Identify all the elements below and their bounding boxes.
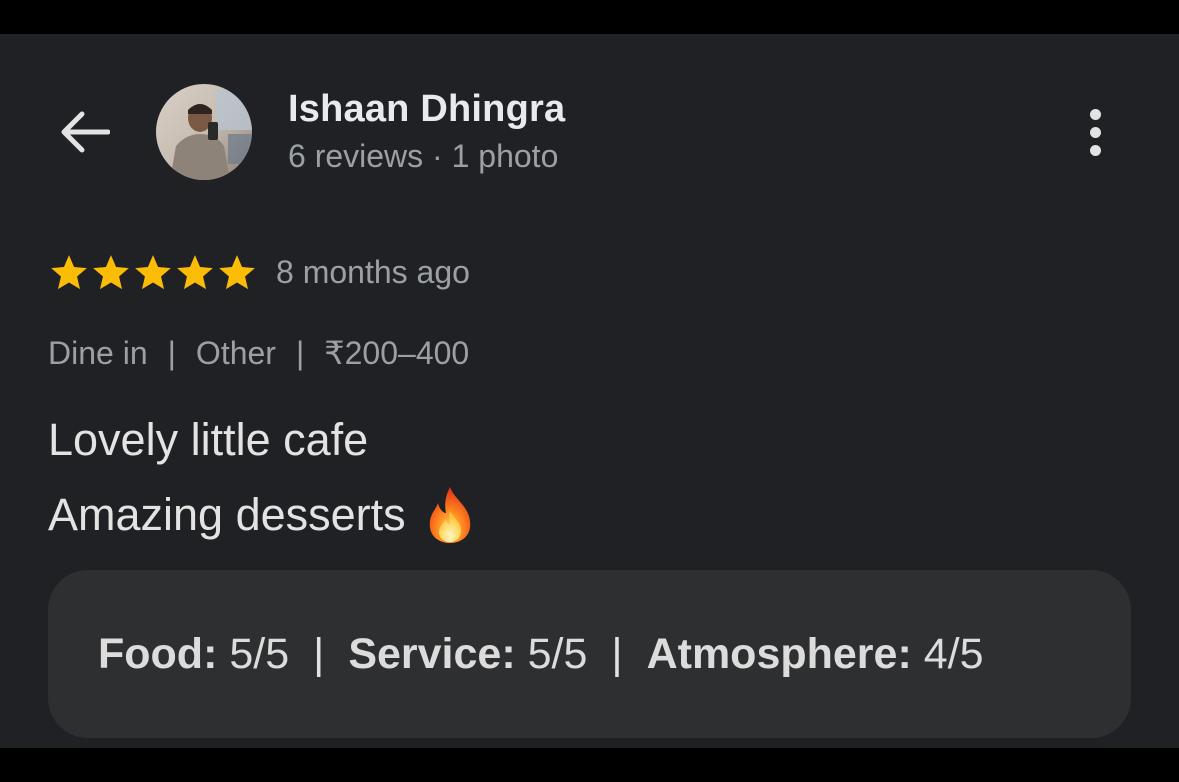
avatar[interactable]: [156, 84, 252, 180]
rating-separator: |: [313, 630, 325, 678]
review-card: Ishaan Dhingra 6 reviews · 1 photo 8 mon…: [0, 34, 1179, 748]
star-icon: [93, 255, 129, 290]
star-icon: [177, 255, 213, 290]
review-time: 8 months ago: [276, 254, 470, 290]
more-vertical-icon: [1089, 108, 1101, 156]
rating-label-service: Service: [348, 630, 502, 678]
rating-value-food: 5/5: [229, 630, 290, 678]
star-icon: [51, 255, 87, 290]
star-icon: [135, 255, 171, 290]
review-text-line: Lovely little cafe: [48, 414, 369, 465]
rating-colon: :: [501, 630, 516, 678]
rating-value-service: 5/5: [527, 630, 588, 678]
star-rating: [48, 252, 258, 294]
rating-separator: |: [611, 630, 623, 678]
ratings-summary: Food: 5/5 | Service: 5/5 | Atmosphere: 4…: [48, 570, 1131, 738]
arrow-back-icon: [61, 111, 110, 153]
rating-label-atmosphere: Atmosphere: [646, 630, 898, 678]
rating-label-food: Food: [98, 630, 204, 678]
star-icon: [219, 255, 255, 290]
review-tags: Dine in | Other | ₹200–400: [48, 334, 469, 372]
avatar-photo: [156, 84, 252, 180]
tag-separator: |: [167, 334, 176, 371]
tag-price-range: ₹200–400: [324, 335, 470, 371]
ratings-row: Food: 5/5 | Service: 5/5 | Atmosphere: 4…: [98, 630, 984, 679]
back-button[interactable]: [56, 104, 112, 160]
review-text: Amazing desserts: [48, 489, 406, 540]
tag-meal-type: Dine in: [48, 334, 148, 371]
review-text-line: Amazing desserts: [48, 485, 476, 545]
tag-meal-category: Other: [195, 334, 276, 371]
tag-separator: |: [295, 334, 305, 371]
fire-emoji: [429, 487, 470, 543]
rating-colon: :: [897, 630, 912, 678]
reviewer-name[interactable]: Ishaan Dhingra: [288, 88, 565, 131]
reviewer-stats: 6 reviews · 1 photo: [288, 138, 559, 174]
rating-value-atmosphere: 4/5: [923, 630, 984, 678]
more-options-button[interactable]: [1070, 102, 1120, 162]
rating-colon: :: [203, 630, 218, 678]
